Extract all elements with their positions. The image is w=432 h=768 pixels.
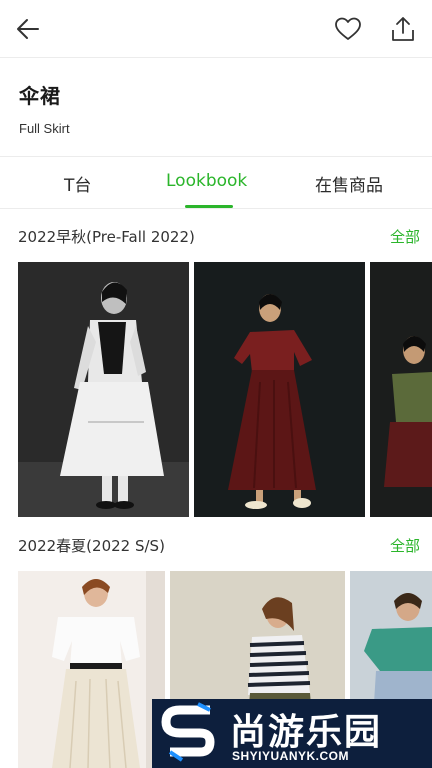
heart-icon [335, 17, 361, 40]
tab-runway[interactable]: T台 [64, 171, 91, 196]
watermark-url: SHYIYUANYK.COM [232, 749, 350, 763]
section-header-prefall: 2022早秋(Pre-Fall 2022) 全部 [18, 226, 420, 248]
arrow-left-icon [17, 19, 39, 39]
item-title: 伞裙 [19, 84, 61, 108]
header-divider [0, 57, 432, 58]
share-icon [392, 17, 414, 41]
tabs-divider [0, 208, 432, 209]
back-button[interactable] [11, 12, 45, 46]
share-button[interactable] [386, 12, 420, 46]
lookbook-photo[interactable] [370, 262, 432, 517]
view-all-link[interactable]: 全部 [390, 535, 420, 556]
section-title: 2022早秋(Pre-Fall 2022) [18, 228, 195, 246]
tab-lookbook[interactable]: Lookbook [166, 171, 247, 191]
item-title-block: 伞裙 Full Skirt [19, 80, 70, 136]
lookbook-photo[interactable] [18, 262, 189, 517]
section-title: 2022春夏(2022 S/S) [18, 537, 165, 555]
top-bar [0, 0, 432, 58]
watermark-banner: 尚游乐园 SHYIYUANYK.COM [152, 699, 432, 768]
favorite-button[interactable] [331, 12, 365, 46]
item-subtitle: Full Skirt [19, 121, 70, 136]
watermark-text: 尚游乐园 [230, 712, 383, 753]
watermark-logo [161, 702, 215, 762]
lookbook-photo[interactable] [18, 571, 165, 768]
lookbook-photo[interactable] [194, 262, 365, 517]
tab-bar: T台 Lookbook 在售商品 [0, 157, 432, 209]
section-header-spring-summer: 2022春夏(2022 S/S) 全部 [18, 535, 420, 557]
tab-on-sale[interactable]: 在售商品 [315, 171, 383, 196]
view-all-link[interactable]: 全部 [390, 226, 420, 247]
